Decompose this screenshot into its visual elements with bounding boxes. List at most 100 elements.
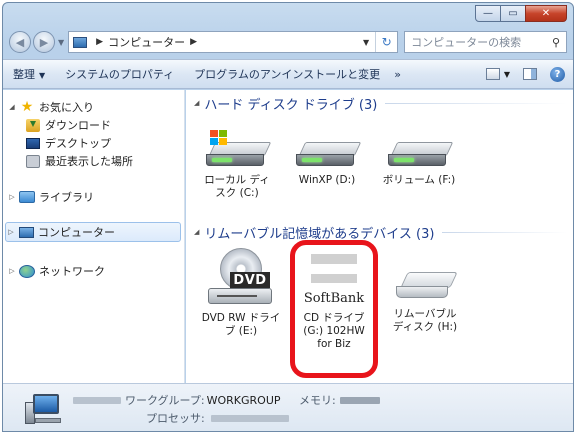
expanded-icon[interactable]: ◢: [194, 99, 199, 107]
minimize-button[interactable]: —: [475, 5, 501, 22]
expanded-icon[interactable]: ◢: [194, 228, 199, 236]
desktop-icon: [25, 136, 41, 150]
address-row: ◀ ▶ ▼ ▶ コンピューター ▶ ▼ ↻ コンピューターの検索 ⚲: [9, 29, 567, 55]
nav-item-label: デスクトップ: [45, 137, 111, 150]
search-placeholder: コンピューターの検索: [411, 36, 522, 49]
drive-label: リムーバブル ディスク (H:): [392, 308, 458, 333]
nav-favorites[interactable]: ◢ ★ お気に入り: [7, 98, 94, 116]
nav-computer[interactable]: ▷ コンピューター: [5, 222, 181, 242]
content-pane: ◢ ハード ディスク ドライブ (3) ローカル ディスク (C:) WinXP…: [186, 90, 573, 383]
dvd-badge: DVD: [230, 272, 270, 288]
redacted-computer-name: [73, 396, 121, 404]
nav-item-downloads[interactable]: ダウンロード: [23, 116, 111, 134]
network-icon: [19, 264, 35, 278]
drive-icon: [296, 142, 362, 168]
close-button[interactable]: ✕: [525, 5, 567, 22]
workgroup-value: WORKGROUP: [206, 393, 281, 407]
drive-label: ローカル ディスク (C:): [204, 174, 270, 199]
command-bar: 整理 ▼ システムのプロパティ プログラムのアンインストールと変更 » ▼ ?: [3, 59, 573, 89]
nav-item-label: ダウンロード: [45, 119, 111, 132]
nav-favorites-label: お気に入り: [39, 101, 94, 114]
view-icon: [485, 68, 500, 80]
nav-network[interactable]: ▷ ネットワーク: [7, 262, 105, 280]
library-icon: [19, 190, 35, 204]
expanded-icon[interactable]: ◢: [7, 103, 17, 111]
chevron-down-icon: ▼: [39, 71, 46, 80]
drive-item-h[interactable]: リムーバブル ディスク (H:): [384, 260, 466, 334]
downloads-folder-icon: [25, 118, 41, 132]
details-pane: ワークグループ: WORKGROUP メモリ: プロセッサ:: [3, 383, 573, 431]
star-icon: ★: [20, 99, 34, 115]
search-icon[interactable]: ⚲: [552, 36, 560, 49]
memory-row: メモリ:: [299, 392, 380, 408]
chevron-right-icon[interactable]: ▶: [190, 37, 197, 47]
group-divider: [385, 102, 567, 104]
drive-icon: [388, 142, 454, 168]
drive-label: CD ドライブ (G:) 102HW for Biz: [303, 312, 365, 350]
nav-network-label: ネットワーク: [39, 265, 105, 278]
memory-label: メモリ:: [299, 394, 336, 407]
caption-buttons: — ▭ ✕: [475, 5, 567, 22]
collapsed-icon[interactable]: ▷: [7, 193, 17, 201]
group-divider: [442, 231, 567, 233]
navigation-pane: ◢ ★ お気に入り ダウンロード デスクトップ 最近表示した場所 ▷ ライブラリ…: [3, 90, 185, 383]
more-commands-button[interactable]: »: [394, 68, 401, 81]
workgroup-label: ワークグループ:: [125, 394, 205, 407]
maximize-button[interactable]: ▭: [500, 5, 526, 22]
chevron-down-icon[interactable]: ▼: [504, 70, 510, 79]
group-header-hdd[interactable]: ◢ ハード ディスク ドライブ (3): [194, 94, 567, 113]
drive-item-f[interactable]: ボリューム (F:): [378, 132, 460, 187]
nav-libraries[interactable]: ▷ ライブラリ: [7, 188, 94, 206]
help-icon[interactable]: ?: [550, 66, 565, 82]
collapsed-icon[interactable]: ▷: [7, 267, 17, 275]
system-properties-button[interactable]: システムのプロパティ: [65, 66, 174, 82]
windows-drive-icon: [206, 130, 272, 168]
change-view-button[interactable]: [485, 66, 501, 82]
softbank-cd-icon: SoftBank: [304, 254, 364, 306]
group-header-removable[interactable]: ◢ リムーバブル記憶域があるデバイス (3): [194, 223, 567, 242]
brand-logo: SoftBank: [303, 291, 365, 306]
processor-label: プロセッサ:: [146, 412, 205, 425]
drive-item-d[interactable]: WinXP (D:): [286, 132, 368, 187]
drive-item-c[interactable]: ローカル ディスク (C:): [196, 130, 278, 200]
dvd-drive-icon: DVD: [208, 248, 274, 306]
computer-icon: [18, 225, 34, 239]
recent-places-icon: [25, 154, 41, 168]
computer-icon: [73, 36, 88, 48]
chevron-right-icon[interactable]: ▶: [96, 37, 103, 47]
explorer-window: — ▭ ✕ ◀ ▶ ▼ ▶ コンピューター ▶ ▼ ↻ コンピューターの検索 ⚲…: [2, 2, 574, 432]
recent-pages-icon[interactable]: ▼: [58, 38, 64, 47]
refresh-icon[interactable]: ↻: [375, 32, 397, 52]
uninstall-program-button[interactable]: プログラムのアンインストールと変更: [194, 66, 380, 82]
workgroup-row: ワークグループ: WORKGROUP: [73, 392, 281, 408]
nav-item-desktop[interactable]: デスクトップ: [23, 134, 111, 152]
drive-item-g[interactable]: SoftBank CD ドライブ (G:) 102HW for Biz: [293, 254, 375, 351]
redacted-processor: [210, 414, 289, 422]
redacted-memory: [339, 396, 380, 404]
back-button[interactable]: ◀: [9, 31, 31, 53]
group-title: ハード ディスク ドライブ (3): [204, 97, 378, 113]
nav-computer-label: コンピューター: [38, 226, 115, 239]
breadcrumb-computer[interactable]: コンピューター: [108, 34, 185, 50]
computer-icon: [25, 394, 61, 424]
view-controls: ▼ ?: [473, 66, 565, 82]
organize-label: 整理: [13, 68, 35, 81]
search-input[interactable]: コンピューターの検索 ⚲: [404, 31, 567, 53]
removable-drive-icon: [394, 268, 458, 302]
address-dropdown-icon[interactable]: ▼: [357, 38, 375, 47]
drive-item-e[interactable]: DVD DVD RW ドライブ (E:): [200, 248, 282, 338]
drive-label: WinXP (D:): [298, 174, 356, 186]
preview-pane-icon: [523, 68, 537, 80]
nav-item-recent-places[interactable]: 最近表示した場所: [23, 152, 133, 170]
forward-button[interactable]: ▶: [33, 31, 55, 53]
preview-pane-button[interactable]: [522, 66, 538, 82]
address-bar[interactable]: ▶ コンピューター ▶ ▼ ↻: [68, 31, 399, 53]
nav-libraries-label: ライブラリ: [39, 191, 94, 204]
drive-label: DVD RW ドライブ (E:): [201, 312, 281, 337]
processor-row: プロセッサ:: [146, 410, 289, 426]
nav-item-label: 最近表示した場所: [45, 155, 133, 168]
organize-button[interactable]: 整理 ▼: [13, 66, 45, 82]
group-title: リムーバブル記憶域があるデバイス (3): [204, 226, 435, 242]
drive-label: ボリューム (F:): [382, 174, 456, 186]
collapsed-icon[interactable]: ▷: [6, 228, 16, 236]
